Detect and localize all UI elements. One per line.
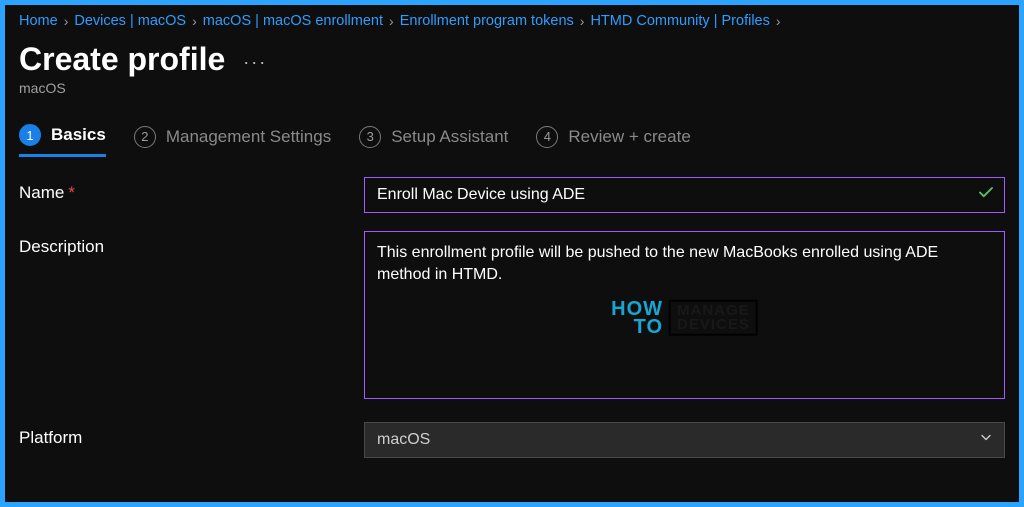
name-label: Name*: [19, 177, 364, 203]
chevron-down-icon: [978, 430, 994, 451]
chevron-right-icon: ›: [580, 13, 585, 29]
tab-label: Management Settings: [166, 127, 331, 147]
tab-step-number: 2: [134, 126, 156, 148]
tab-review-create[interactable]: 4 Review + create: [536, 124, 690, 157]
tab-label: Setup Assistant: [391, 127, 508, 147]
wizard-tabs: 1 Basics 2 Management Settings 3 Setup A…: [19, 124, 1005, 157]
page-title: Create profile: [19, 41, 225, 78]
tab-management-settings[interactable]: 2 Management Settings: [134, 124, 331, 157]
name-field[interactable]: [364, 177, 1005, 213]
platform-label: Platform: [19, 422, 364, 448]
page-subtitle: macOS: [19, 80, 1005, 96]
description-field[interactable]: This enrollment profile will be pushed t…: [364, 231, 1005, 399]
breadcrumb-item-htmd-profiles[interactable]: HTMD Community | Profiles: [590, 13, 769, 29]
breadcrumb-item-enrollment-tokens[interactable]: Enrollment program tokens: [400, 13, 574, 29]
tab-step-number: 3: [359, 126, 381, 148]
chevron-right-icon: ›: [192, 13, 197, 29]
chevron-right-icon: ›: [64, 13, 69, 29]
more-actions-button[interactable]: ···: [243, 46, 267, 73]
chevron-right-icon: ›: [776, 13, 781, 29]
tab-basics[interactable]: 1 Basics: [19, 124, 106, 157]
chevron-right-icon: ›: [389, 13, 394, 29]
breadcrumb-item-macos-enrollment[interactable]: macOS | macOS enrollment: [203, 13, 383, 29]
platform-selected-value: macOS: [377, 431, 430, 448]
tab-setup-assistant[interactable]: 3 Setup Assistant: [359, 124, 508, 157]
tab-step-number: 4: [536, 126, 558, 148]
breadcrumb-item-home[interactable]: Home: [19, 13, 58, 29]
check-icon: [977, 184, 995, 207]
description-label: Description: [19, 231, 364, 257]
platform-dropdown[interactable]: macOS: [364, 422, 1005, 458]
breadcrumb: Home › Devices | macOS › macOS | macOS e…: [19, 13, 1005, 29]
tab-step-number: 1: [19, 124, 41, 146]
required-mark: *: [68, 183, 75, 202]
tab-label: Basics: [51, 125, 106, 145]
tab-label: Review + create: [568, 127, 690, 147]
breadcrumb-item-devices[interactable]: Devices | macOS: [74, 13, 186, 29]
